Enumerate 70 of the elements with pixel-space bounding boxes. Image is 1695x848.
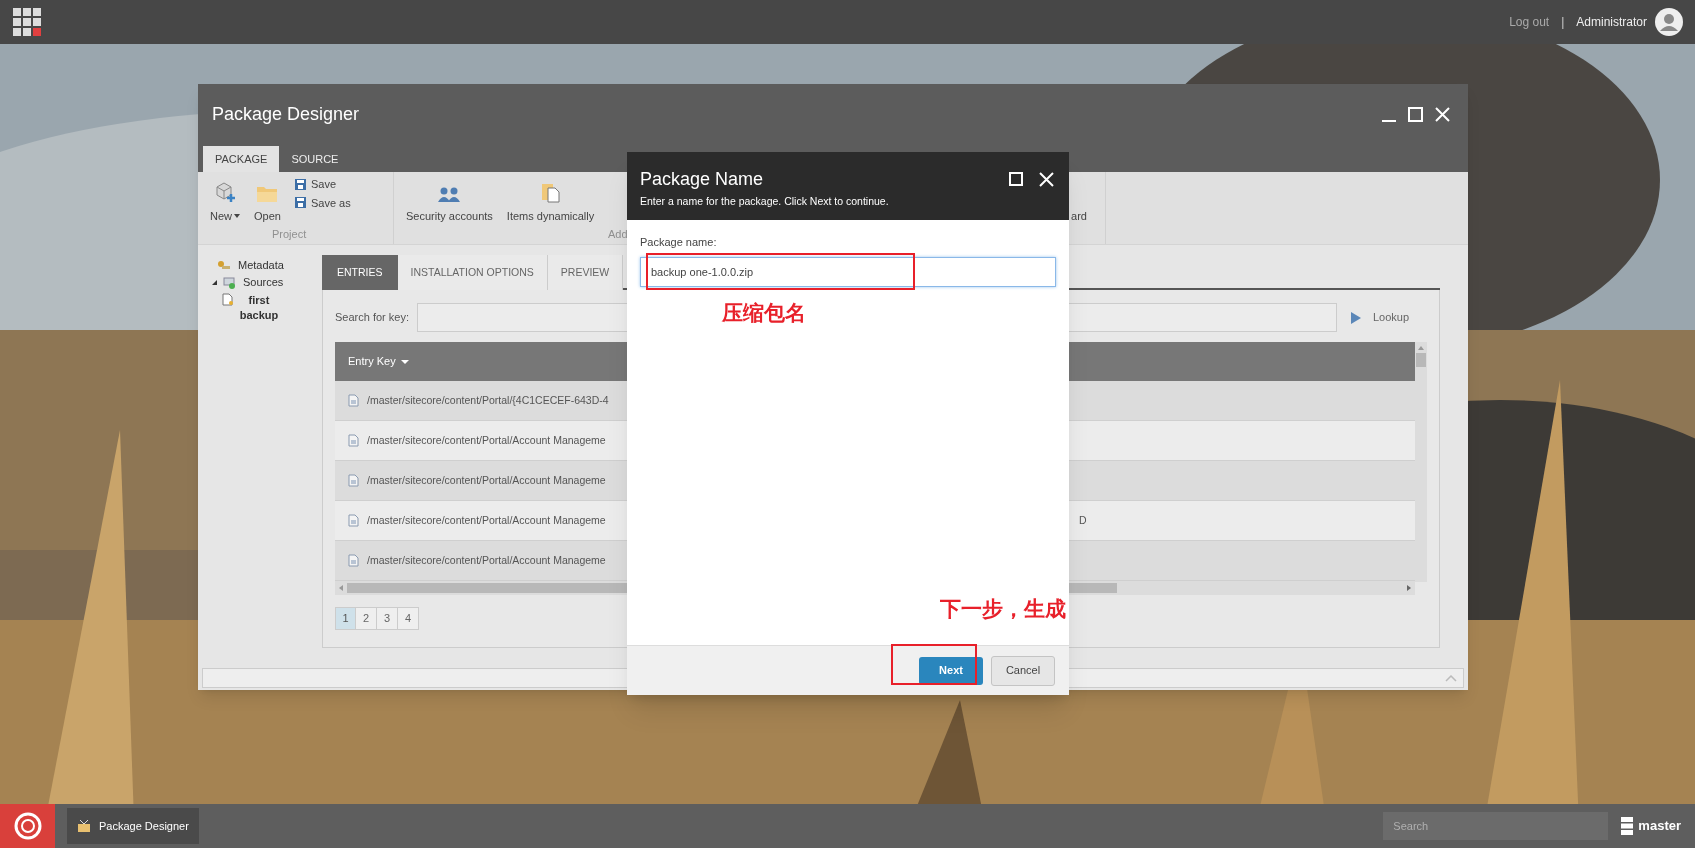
play-icon (1351, 311, 1361, 324)
search-field[interactable]: Search (1383, 812, 1609, 840)
database-name: master (1638, 817, 1681, 836)
logo-icon (13, 812, 42, 840)
ribbon-button[interactable]: Open (254, 184, 281, 224)
document-icon (348, 554, 359, 567)
document-icon (348, 514, 359, 527)
ribbon-button[interactable]: New (210, 180, 240, 224)
start-button[interactable] (0, 804, 55, 848)
document-icon (222, 293, 233, 306)
expand-toggle-icon[interactable] (212, 280, 217, 285)
table-cell-text: /master/sitecore/content/Portal/Account Manageme (367, 512, 606, 528)
sort-caret-icon (400, 359, 409, 364)
document-icon (348, 474, 359, 487)
ribbon-button[interactable]: ard (1071, 207, 1087, 224)
tab[interactable]: PREVIEW (547, 255, 624, 290)
maximize-icon[interactable] (1009, 172, 1023, 186)
window-title: Package Designer (212, 103, 360, 126)
users-icon (438, 186, 461, 203)
ribbon-button[interactable]: Save as (294, 194, 351, 211)
maximize-icon[interactable] (1408, 107, 1423, 122)
page-button[interactable]: 2 (356, 607, 377, 630)
table-cell-text: /master/sitecore/content/Portal/{4C1CECEF-643D-4 (367, 392, 609, 408)
page-button[interactable]: 4 (398, 607, 419, 630)
field-label: Package name: (640, 235, 718, 250)
document-icon (348, 394, 359, 407)
database-icon[interactable] (1621, 817, 1634, 835)
dialog-subtitle: Enter a name for the package. Click Next to continue. (640, 194, 890, 209)
tree-item[interactable]: Metadata (238, 257, 284, 274)
cancel-button[interactable]: Cancel (991, 655, 1055, 686)
table-cell-text: /master/sitecore/content/Portal/Account Manageme (367, 432, 606, 448)
tab[interactable]: SOURCE (279, 146, 351, 172)
group-label: Project (271, 227, 308, 242)
package-icon (77, 820, 91, 832)
table-cell-text: D (1079, 512, 1087, 528)
package-name-field[interactable]: backup one-1.0.0.zip (640, 256, 1056, 287)
tab[interactable]: ENTRIES (322, 255, 398, 290)
ribbon-button[interactable]: Items dynamically (506, 182, 595, 224)
user-name: Administrator (1576, 14, 1647, 31)
taskbar-app-button[interactable]: Package Designer (67, 808, 199, 844)
close-icon[interactable] (1435, 107, 1450, 122)
keys-icon (217, 259, 231, 272)
document-icon (348, 434, 359, 447)
tab[interactable]: INSTALLATION OPTIONS (397, 255, 548, 290)
ribbon-button[interactable]: Save (294, 176, 351, 193)
annotation-text: 下一步，生成 (940, 595, 1066, 623)
column-header[interactable]: Entry Key (348, 353, 409, 370)
app-grid-icon[interactable] (13, 8, 41, 36)
table-cell-text: /master/sitecore/content/Portal/Account Manageme (367, 552, 606, 568)
tree-item[interactable]: first backup (237, 293, 281, 323)
page-button[interactable]: 3 (377, 607, 398, 630)
vertical-scrollbar[interactable] (1415, 342, 1427, 582)
computer-icon (222, 276, 236, 289)
tab[interactable]: PACKAGE (203, 146, 280, 172)
documents-icon (540, 182, 561, 203)
separator: | (1561, 14, 1565, 31)
dialog-title: Package Name (640, 168, 765, 191)
folder-icon (256, 184, 279, 203)
logout-link[interactable]: Log out (1509, 13, 1550, 31)
tree-item[interactable]: Sources (243, 274, 284, 291)
table-cell-text: /master/sitecore/content/Portal/Account Manageme (367, 472, 606, 488)
ribbon-button[interactable]: Security accounts (406, 186, 493, 224)
page-button[interactable]: 1 (335, 607, 356, 630)
search-label: Search for key: (335, 310, 410, 326)
annotation-text: 压缩包名 (722, 300, 806, 327)
cube-icon (214, 180, 236, 203)
lookup-button[interactable]: Lookup (1351, 309, 1410, 326)
close-icon[interactable] (1039, 172, 1054, 187)
next-button[interactable]: Next (919, 656, 983, 685)
avatar-icon[interactable] (1655, 8, 1683, 36)
